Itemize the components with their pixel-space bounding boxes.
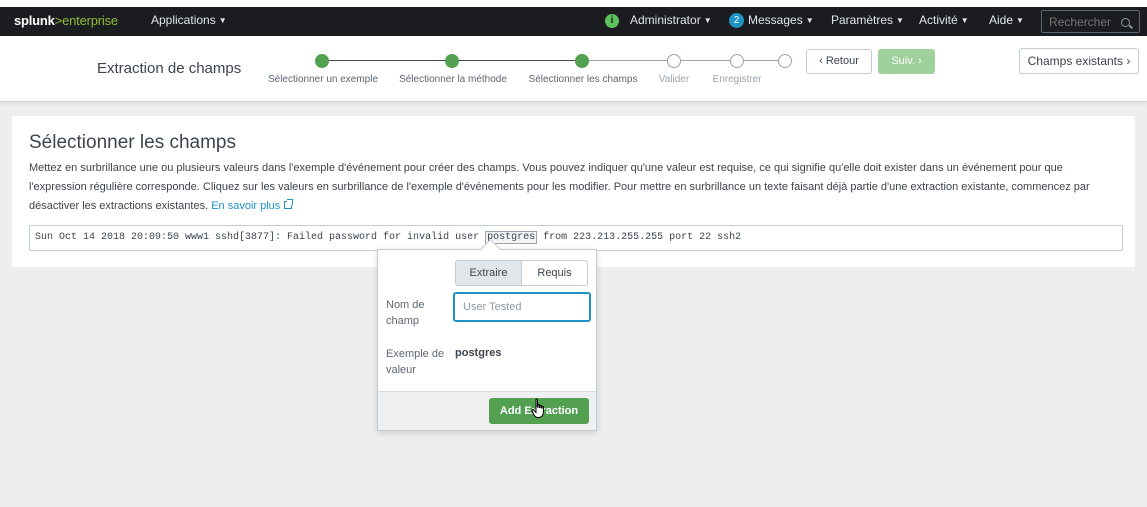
nav-activity[interactable]: Activité ▼: [919, 13, 969, 27]
step-connector: [452, 60, 582, 61]
step-dot-select-sample: [315, 54, 329, 68]
learn-more-label: En savoir plus: [211, 200, 281, 212]
logo-brand: splunk: [14, 13, 55, 28]
wizard-header: Extraction de champs Sélectionner un exe…: [0, 36, 1147, 102]
step-label-select-fields: Sélectionner les champs: [528, 74, 638, 85]
nav-administrator[interactable]: Administrator ▼: [630, 13, 712, 27]
caret-down-icon: ▼: [218, 16, 227, 25]
logo-product: enterprise: [62, 13, 118, 28]
field-extraction-popover: Extraire Requis Nom de champ Exemple de …: [377, 249, 597, 431]
tab-extract[interactable]: Extraire: [456, 261, 522, 285]
top-navbar: splunk>enterprise Applications ▼ i Admini…: [0, 7, 1147, 36]
step-dot-save: [730, 54, 744, 68]
step-connector: [582, 60, 674, 61]
top-strip: [0, 0, 1147, 7]
step-connector: [674, 60, 737, 61]
event-text-before: Sun Oct 14 2018 20:09:50 www1 sshd[3877]…: [35, 232, 486, 243]
caret-down-icon: ▼: [960, 16, 969, 25]
example-value: postgres: [455, 347, 502, 359]
next-button[interactable]: Suiv. ›: [878, 49, 935, 74]
external-link-icon: [284, 199, 294, 209]
splunk-logo[interactable]: splunk>enterprise: [14, 13, 118, 28]
check-circle-icon: i: [605, 14, 619, 28]
select-fields-panel: Sélectionner les champs Mettez en surbri…: [12, 116, 1135, 267]
nav-applications-label: Applications: [151, 13, 216, 27]
step-label-save: Enregistrer: [712, 74, 762, 85]
page-title: Sélectionner les champs: [29, 132, 236, 153]
existing-fields-button[interactable]: Champs existants ›: [1019, 48, 1139, 74]
nav-settings[interactable]: Paramètres ▼: [831, 13, 904, 27]
step-dot-validate: [667, 54, 681, 68]
step-label-validate: Valider: [658, 74, 690, 85]
event-text-after: from 223.213.255.255 port 22 ssh2: [537, 232, 742, 243]
nav-applications[interactable]: Applications ▼: [151, 13, 227, 27]
tab-required[interactable]: Requis: [522, 261, 587, 285]
caret-down-icon: ▼: [896, 16, 904, 25]
caret-down-icon: ▼: [1016, 16, 1024, 25]
description-text: Mettez en surbrillance une ou plusieurs …: [29, 162, 1090, 212]
nav-admin-label: Administrator: [630, 13, 701, 27]
search-icon[interactable]: [1121, 18, 1130, 27]
hand-cursor-icon: [531, 398, 544, 418]
caret-down-icon: ▼: [805, 16, 814, 25]
step-dot-select-method: [445, 54, 459, 68]
learn-more-link[interactable]: En savoir plus: [211, 199, 294, 212]
nav-messages-label: Messages: [748, 13, 803, 27]
logo-separator: >: [54, 13, 63, 28]
extract-required-toggle: Extraire Requis: [455, 260, 588, 286]
nav-help[interactable]: Aide ▼: [989, 13, 1024, 27]
sample-event[interactable]: Sun Oct 14 2018 20:09:50 www1 sshd[3877]…: [29, 225, 1123, 251]
back-button[interactable]: ‹ Retour: [806, 49, 872, 74]
nav-settings-label: Paramètres: [831, 13, 894, 27]
step-dot-select-fields: [575, 54, 589, 68]
popover-footer: Add Extraction: [378, 391, 596, 430]
panel-description: Mettez en surbrillance une ou plusieurs …: [29, 159, 1121, 216]
wizard-title: Extraction de champs: [97, 60, 242, 77]
nav-messages[interactable]: Messages ▼: [748, 13, 814, 27]
field-name-input[interactable]: [453, 292, 591, 322]
step-label-select-method: Sélectionner la méthode: [399, 74, 507, 85]
step-connector: [322, 60, 452, 61]
messages-count-badge: 2: [729, 13, 744, 28]
step-label-select-sample: Sélectionner un exemple: [267, 74, 379, 85]
nav-activity-label: Activité: [919, 13, 958, 27]
caret-down-icon: ▼: [703, 16, 712, 25]
step-dot-finish: [778, 54, 792, 68]
field-name-label: Nom de champ: [386, 299, 425, 327]
nav-help-label: Aide: [989, 13, 1014, 27]
example-value-label: Exemple de valeur: [386, 348, 445, 376]
